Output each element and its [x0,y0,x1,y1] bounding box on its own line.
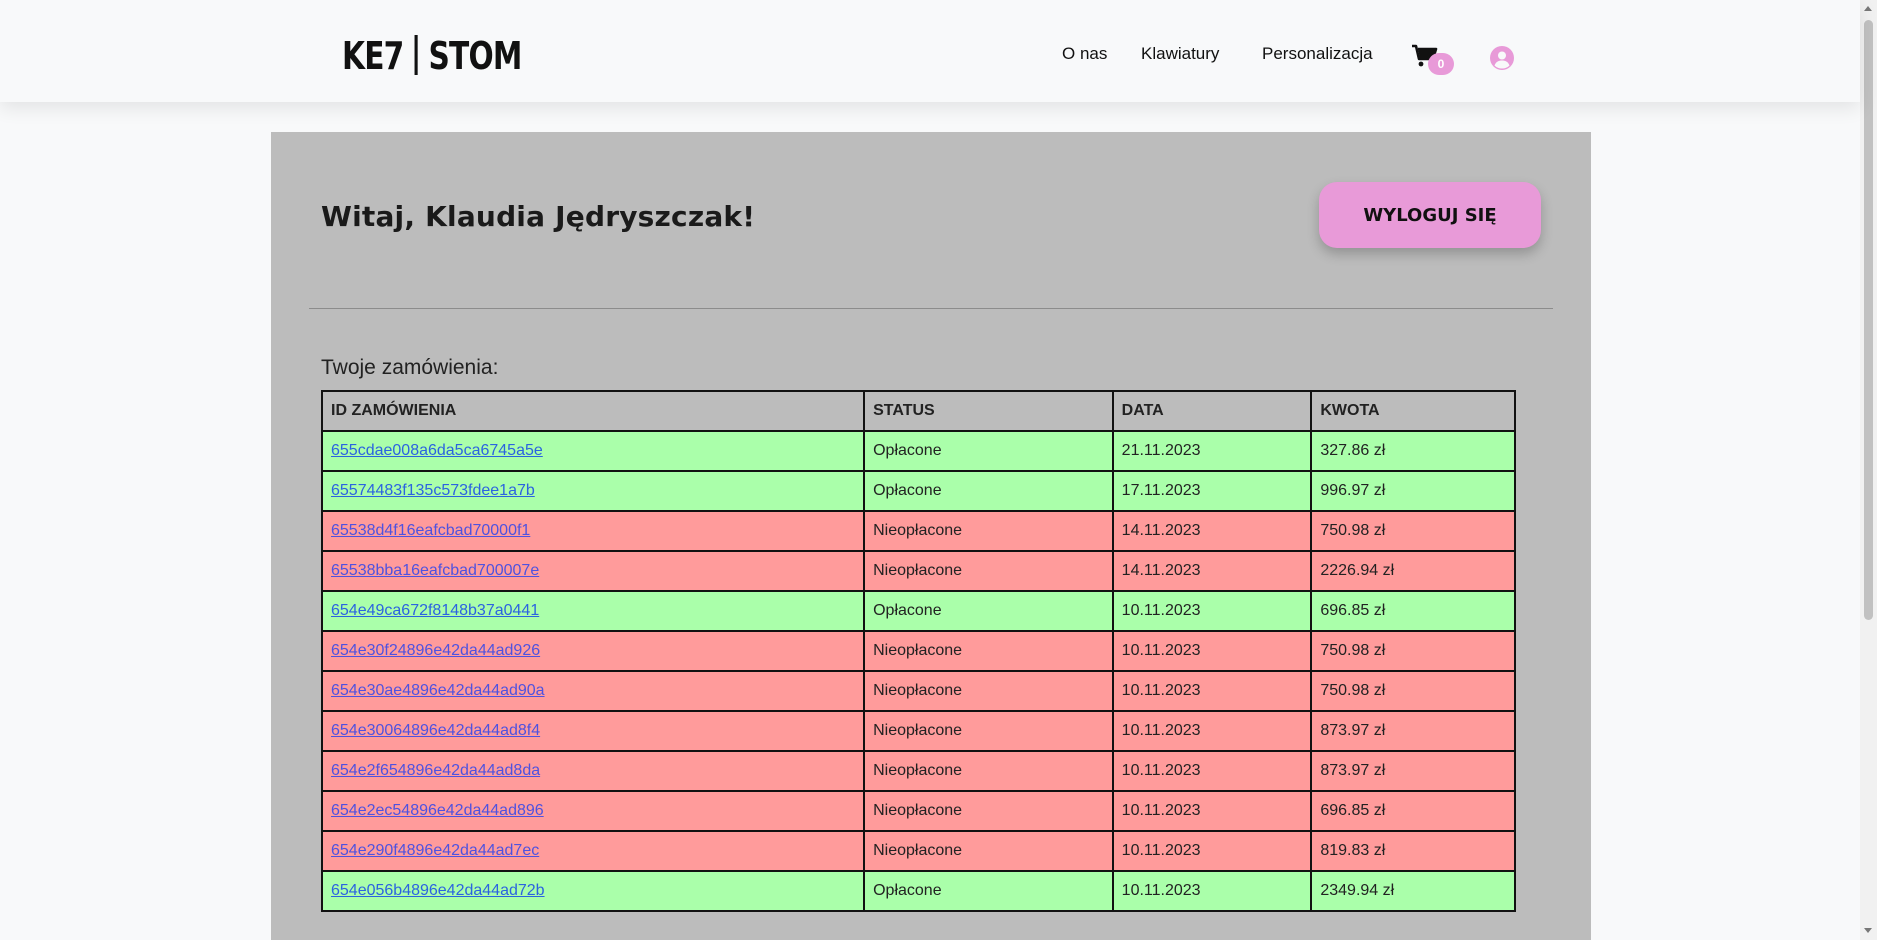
order-id-cell: 654e30064896e42da44ad8f4 [320,710,866,752]
order-id-link[interactable]: 654e2ec54896e42da44ad896 [331,802,544,819]
table-row: 654e2ec54896e42da44ad896 Nieopłacone 10.11… [320,790,1516,832]
order-status-cell: Nieopłacone [863,790,1114,832]
order-amount-cell: 750.98 zł [1310,670,1516,712]
order-id-cell: 654e290f4896e42da44ad7ec [320,830,866,872]
order-date-cell: 10.11.2023 [1111,790,1313,832]
order-amount-cell: 750.98 zł [1310,630,1516,672]
order-amount-cell: 327.86 zł [1310,430,1516,472]
logo-divider [414,35,418,75]
column-header-status: STATUS [863,390,1114,432]
table-row: 654e30f24896e42da44ad926 Nieopłacone 10.11… [320,630,1516,672]
table-row: 654e056b4896e42da44ad72b Opłacone 10.11.20… [320,870,1516,912]
scrollbar-thumb[interactable] [1864,20,1873,620]
orders-heading: Twoje zamówienia: [321,356,499,379]
table-row: 654e30ae4896e42da44ad90a Nieopłacone 10.11… [320,670,1516,712]
order-id-link[interactable]: 654e30f24896e42da44ad926 [331,642,540,659]
user-account-icon[interactable] [1490,46,1514,70]
page: KE7 STOM O nas Klawiatury Personalizacja … [0,0,1877,940]
order-status-cell: Nieopłacone [863,830,1114,872]
table-row: 655cdae008a6da5ca6745a5e Opłacone 21.11.20… [320,430,1516,472]
order-id-link[interactable]: 654e30ae4896e42da44ad90a [331,682,545,699]
order-status-cell: Opłacone [863,430,1114,472]
order-date-cell: 14.11.2023 [1111,550,1313,592]
nav-link-about[interactable]: O nas [1062,44,1107,64]
table-row: 65574483f135c573fdee1a7b Opłacone 17.11.20… [320,470,1516,512]
order-status-cell: Nieopłacone [863,630,1114,672]
greeting-heading: Witaj, Klaudia Jędryszczak! [321,200,756,233]
order-amount-cell: 996.97 zł [1310,470,1516,512]
order-id-cell: 654e49ca672f8148b37a0441 [320,590,866,632]
order-date-cell: 17.11.2023 [1111,470,1313,512]
nav-link-keyboards[interactable]: Klawiatury [1141,44,1219,64]
logo-right-text: STOM [428,34,522,78]
scroll-down-arrow-icon[interactable] [1864,928,1872,933]
order-status-cell: Opłacone [863,590,1114,632]
order-date-cell: 10.11.2023 [1111,830,1313,872]
order-date-cell: 10.11.2023 [1111,710,1313,752]
order-date-cell: 10.11.2023 [1111,630,1313,672]
order-status-cell: Nieopłacone [863,670,1114,712]
order-amount-cell: 696.85 zł [1310,590,1516,632]
cart-count-badge: 0 [1428,53,1454,75]
order-amount-cell: 873.97 zł [1310,750,1516,792]
order-status-cell: Nieopłacone [863,750,1114,792]
order-date-cell: 14.11.2023 [1111,510,1313,552]
table-row: 654e290f4896e42da44ad7ec Nieopłacone 10.11… [320,830,1516,872]
order-amount-cell: 696.85 zł [1310,790,1516,832]
order-amount-cell: 819.83 zł [1310,830,1516,872]
order-id-cell: 654e2ec54896e42da44ad896 [320,790,866,832]
order-id-link[interactable]: 654e2f654896e42da44ad8da [331,762,540,779]
order-date-cell: 10.11.2023 [1111,590,1313,632]
order-id-cell: 65574483f135c573fdee1a7b [320,470,866,512]
order-id-link[interactable]: 65538bba16eafcbad700007e [331,562,539,579]
order-amount-cell: 2349.94 zł [1310,870,1516,912]
order-id-cell: 65538bba16eafcbad700007e [320,550,866,592]
table-row: 65538d4f16eafcbad70000f1 Nieopłacone 14.11… [320,510,1516,552]
table-row: 654e2f654896e42da44ad8da Nieopłacone 10.11… [320,750,1516,792]
order-id-cell: 654e30f24896e42da44ad926 [320,630,866,672]
logo[interactable]: KE7 STOM [342,34,522,78]
order-id-link[interactable]: 654e056b4896e42da44ad72b [331,882,545,899]
table-header-row: ID ZAMÓWIENIA STATUS DATA KWOTA [320,390,1516,432]
nav-link-customization[interactable]: Personalizacja [1262,44,1373,64]
order-status-cell: Opłacone [863,470,1114,512]
order-date-cell: 10.11.2023 [1111,750,1313,792]
order-id-cell: 654e056b4896e42da44ad72b [320,870,866,912]
site-header: KE7 STOM O nas Klawiatury Personalizacja … [0,0,1860,102]
order-status-cell: Opłacone [863,870,1114,912]
scroll-up-arrow-icon[interactable] [1864,6,1872,11]
column-header-amount: KWOTA [1310,390,1516,432]
order-date-cell: 10.11.2023 [1111,870,1313,912]
table-row: 654e30064896e42da44ad8f4 Nieopłacone 10.11… [320,710,1516,752]
order-id-link[interactable]: 654e30064896e42da44ad8f4 [331,722,540,739]
order-date-cell: 10.11.2023 [1111,670,1313,712]
account-panel: Witaj, Klaudia Jędryszczak! WYLOGUJ SIĘ … [271,132,1591,940]
order-date-cell: 21.11.2023 [1111,430,1313,472]
order-status-cell: Nieopłacone [863,710,1114,752]
table-row: 654e49ca672f8148b37a0441 Opłacone 10.11.20… [320,590,1516,632]
order-amount-cell: 873.97 zł [1310,710,1516,752]
order-id-link[interactable]: 65574483f135c573fdee1a7b [331,482,535,499]
orders-table: ID ZAMÓWIENIA STATUS DATA KWOTA 655cdae0… [320,390,1516,912]
order-id-cell: 654e30ae4896e42da44ad90a [320,670,866,712]
order-amount-cell: 2226.94 zł [1310,550,1516,592]
column-header-date: DATA [1111,390,1313,432]
column-header-order-id: ID ZAMÓWIENIA [320,390,866,432]
table-row: 65538bba16eafcbad700007e Nieopłacone 14.11… [320,550,1516,592]
order-id-cell: 655cdae008a6da5ca6745a5e [320,430,866,472]
order-id-cell: 65538d4f16eafcbad70000f1 [320,510,866,552]
logout-button[interactable]: WYLOGUJ SIĘ [1319,182,1541,248]
logo-left-text: KE7 [342,34,404,78]
order-id-link[interactable]: 655cdae008a6da5ca6745a5e [331,442,543,459]
order-id-link[interactable]: 65538d4f16eafcbad70000f1 [331,522,530,539]
order-status-cell: Nieopłacone [863,550,1114,592]
order-amount-cell: 750.98 zł [1310,510,1516,552]
divider [309,308,1553,309]
order-id-link[interactable]: 654e49ca672f8148b37a0441 [331,602,539,619]
order-id-link[interactable]: 654e290f4896e42da44ad7ec [331,842,539,859]
order-id-cell: 654e2f654896e42da44ad8da [320,750,866,792]
order-status-cell: Nieopłacone [863,510,1114,552]
